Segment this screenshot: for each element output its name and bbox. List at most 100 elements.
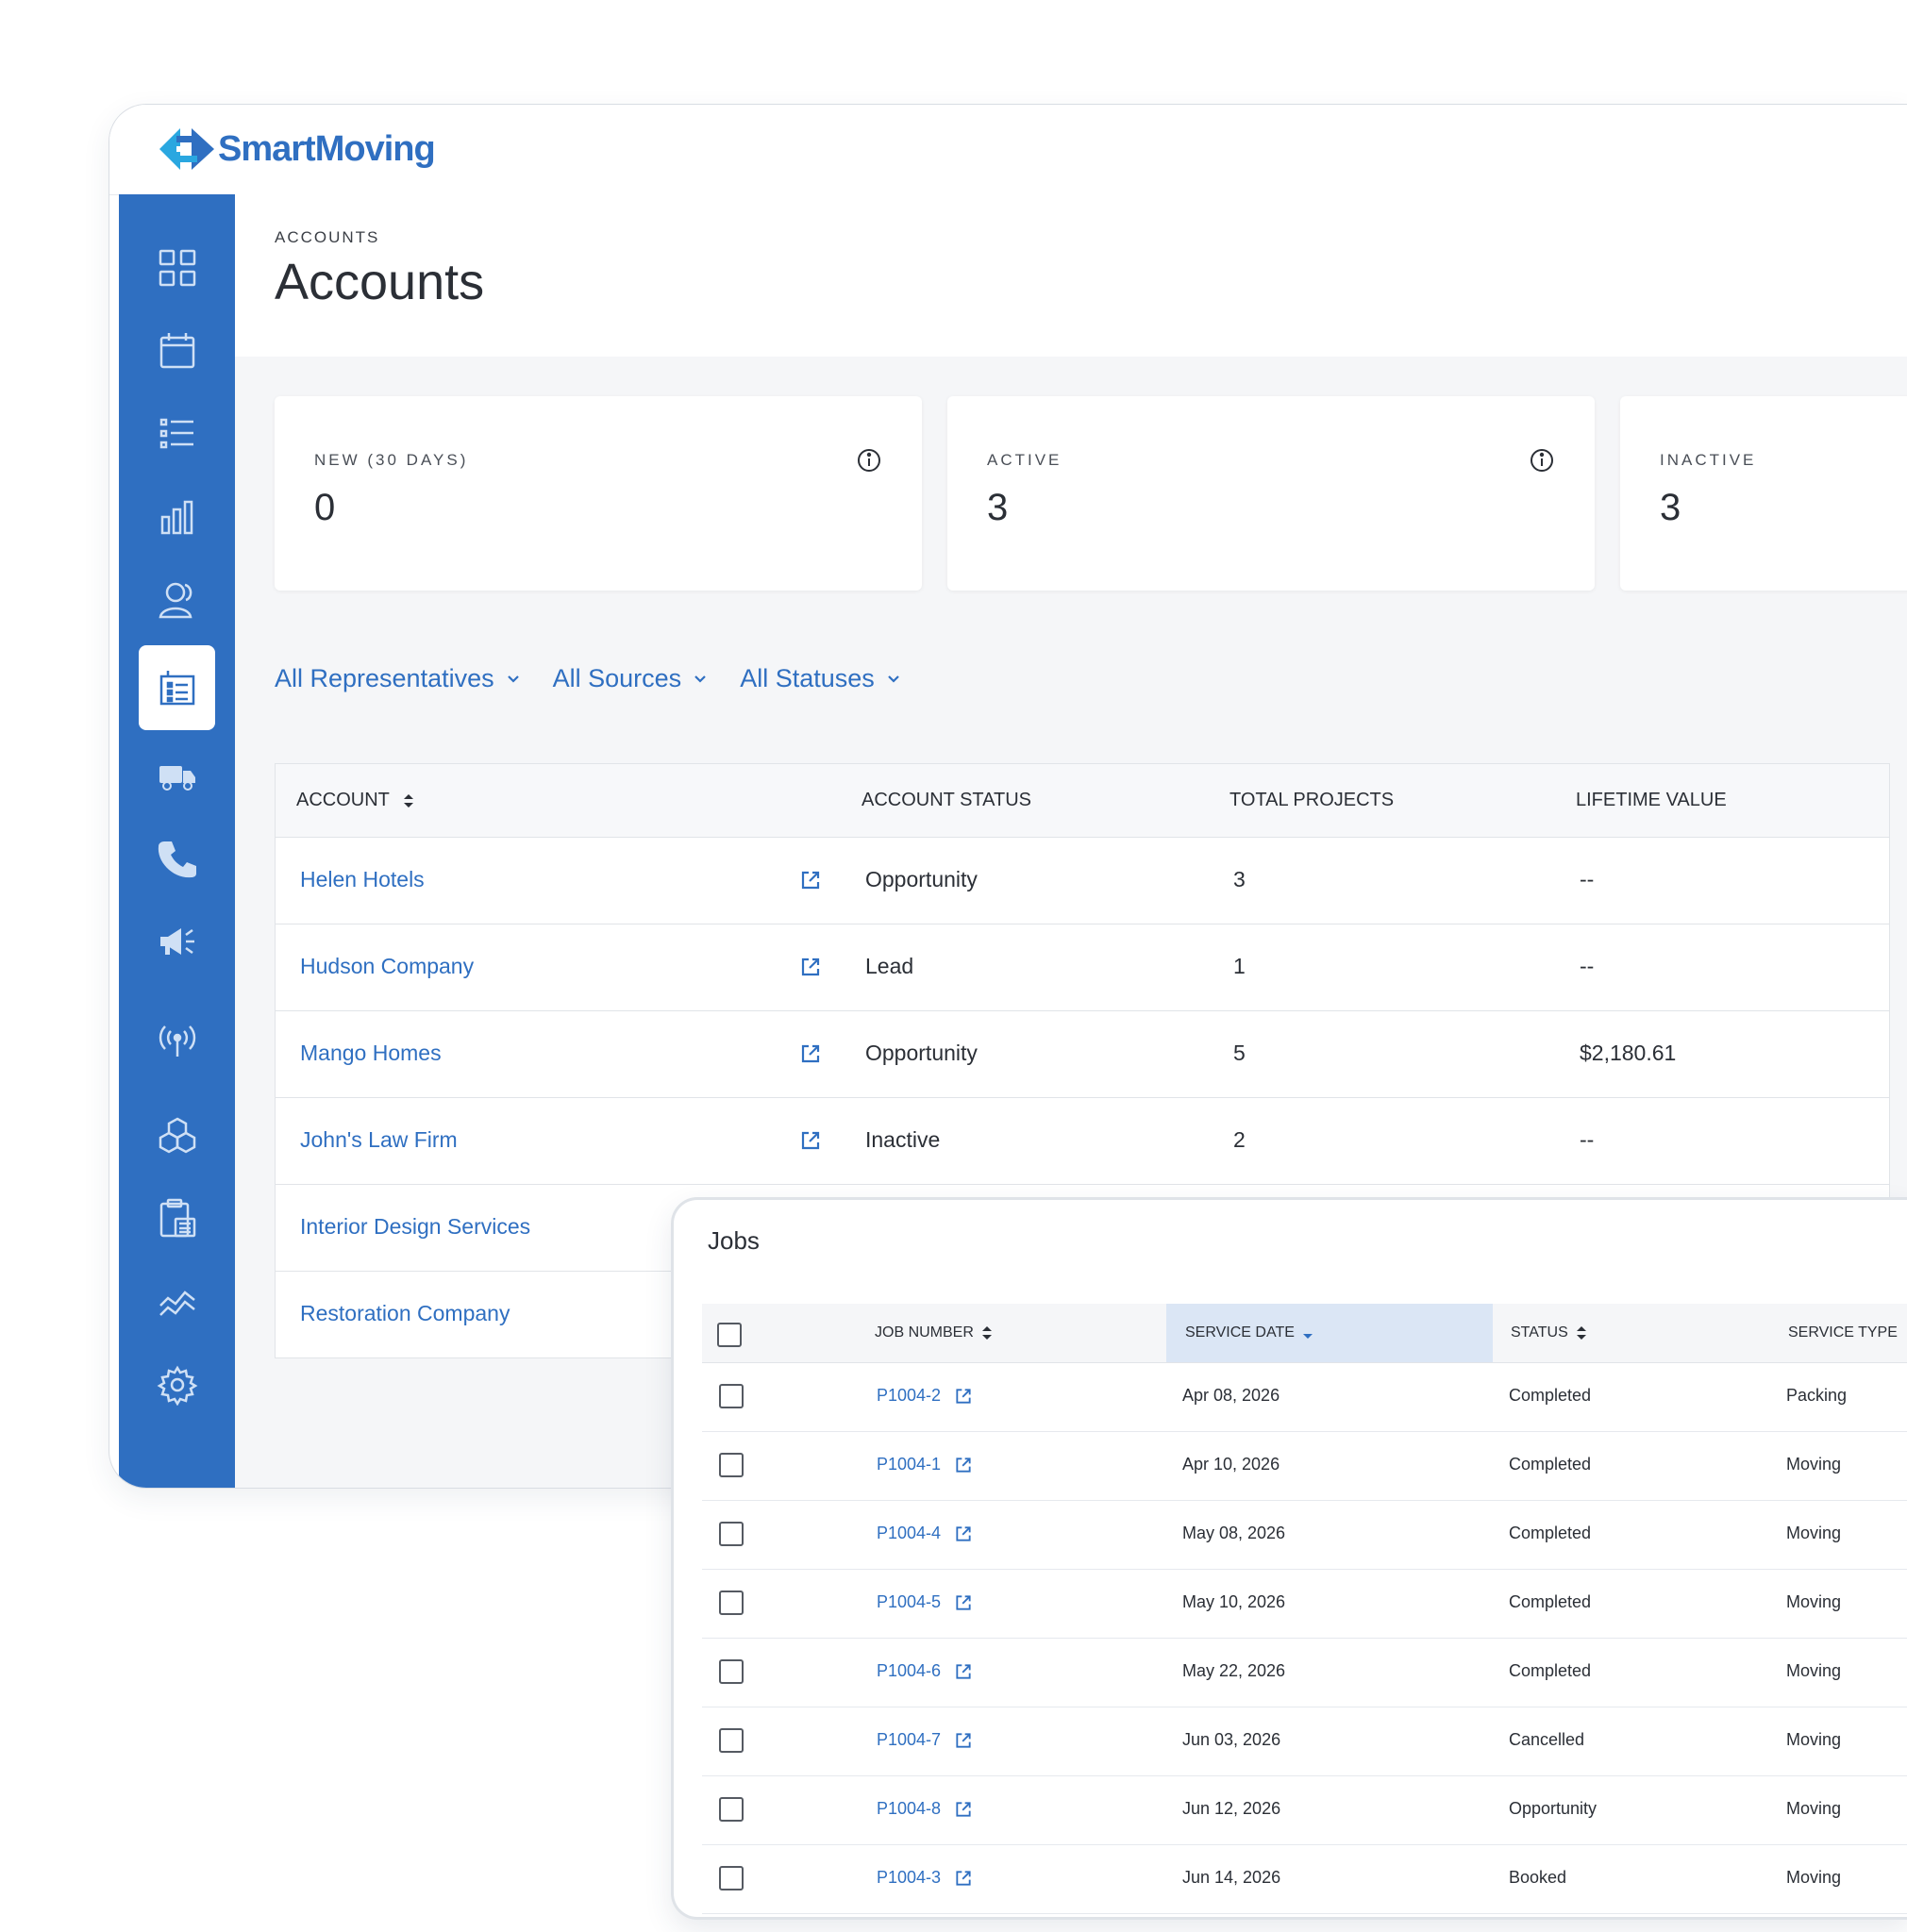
stat-card-new[interactable]: NEW (30 DAYS) 0 xyxy=(275,396,922,591)
account-name-link[interactable]: Restoration Company xyxy=(300,1301,510,1326)
service-type-column-header[interactable]: SERVICE TYPE xyxy=(1788,1324,1898,1341)
account-column-header[interactable]: ACCOUNT xyxy=(296,790,414,811)
external-link-icon[interactable] xyxy=(954,1593,973,1612)
job-number: P1004-5 xyxy=(877,1592,942,1611)
external-link-icon[interactable] xyxy=(954,1387,973,1406)
row-checkbox[interactable] xyxy=(719,1522,744,1546)
representatives-filter[interactable]: All Representatives xyxy=(275,664,521,693)
job-status: Opportunity xyxy=(1509,1799,1598,1818)
sidebar-item-phone[interactable] xyxy=(139,824,215,892)
sidebar-item-reports[interactable] xyxy=(139,483,215,551)
job-number-link[interactable]: P1004-5 xyxy=(877,1592,973,1612)
logo[interactable]: SmartMoving xyxy=(159,125,436,173)
job-number-link[interactable]: P1004-4 xyxy=(877,1524,973,1543)
external-link-icon[interactable] xyxy=(954,1456,973,1474)
row-checkbox[interactable] xyxy=(719,1453,744,1477)
row-checkbox[interactable] xyxy=(719,1591,744,1615)
service-type: Moving xyxy=(1786,1524,1842,1542)
table-row[interactable]: P1004-6 May 22, 2026 Completed Moving xyxy=(702,1639,1907,1707)
table-row[interactable]: John's Law Firm Inactive 2 -- xyxy=(276,1098,1889,1185)
lifetime-value-column-header[interactable]: LIFETIME VALUE xyxy=(1576,790,1727,811)
table-row[interactable]: P1004-1 Apr 10, 2026 Completed Moving xyxy=(702,1432,1907,1501)
info-icon[interactable] xyxy=(856,447,882,474)
accounts-table-header: ACCOUNT ACCOUNT STATUS TOTAL PROJECTS LI… xyxy=(276,764,1889,838)
sidebar-item-accounts[interactable] xyxy=(139,645,215,730)
statuses-filter[interactable]: All Statuses xyxy=(740,664,901,693)
filter-label: All Representatives xyxy=(275,664,494,692)
lifetime-value: -- xyxy=(1580,1127,1595,1152)
job-number-column-header[interactable]: JOB NUMBER xyxy=(875,1324,993,1341)
total-projects-column-header[interactable]: TOTAL PROJECTS xyxy=(1230,790,1394,811)
filter-label: All Sources xyxy=(552,664,682,692)
external-link-icon[interactable] xyxy=(799,956,822,978)
external-link-icon[interactable] xyxy=(954,1869,973,1888)
external-link-icon[interactable] xyxy=(799,1129,822,1152)
total-projects: 1 xyxy=(1233,954,1246,978)
job-number: P1004-2 xyxy=(877,1386,942,1405)
sidebar-item-dispatch[interactable] xyxy=(139,741,215,809)
table-row[interactable]: Mango Homes Opportunity 5 $2,180.61 xyxy=(276,1011,1889,1098)
account-name-link[interactable]: Interior Design Services xyxy=(300,1214,530,1240)
table-row[interactable]: P1004-4 May 08, 2026 Completed Moving xyxy=(702,1501,1907,1570)
external-link-icon[interactable] xyxy=(954,1731,973,1750)
external-link-icon[interactable] xyxy=(799,1042,822,1065)
job-number-link[interactable]: P1004-1 xyxy=(877,1455,973,1474)
job-number-link[interactable]: P1004-7 xyxy=(877,1730,973,1750)
row-checkbox[interactable] xyxy=(719,1866,744,1890)
account-name-link[interactable]: Hudson Company xyxy=(300,954,474,979)
table-row[interactable]: Helen Hotels Opportunity 3 -- xyxy=(276,838,1889,924)
external-link-icon[interactable] xyxy=(799,869,822,891)
stat-card-inactive[interactable]: INACTIVE 3 xyxy=(1620,396,1907,591)
bar-chart-icon xyxy=(160,500,192,535)
external-link-icon[interactable] xyxy=(954,1800,973,1819)
sources-filter[interactable]: All Sources xyxy=(553,664,709,693)
breadcrumb[interactable]: ACCOUNTS xyxy=(275,228,379,247)
account-status: Opportunity xyxy=(865,1041,978,1065)
job-number-link[interactable]: P1004-8 xyxy=(877,1799,973,1819)
sidebar-item-list[interactable] xyxy=(139,400,215,468)
job-number-link[interactable]: P1004-3 xyxy=(877,1868,973,1888)
row-checkbox[interactable] xyxy=(719,1797,744,1822)
table-row[interactable]: P1004-3 Jun 14, 2026 Booked Moving xyxy=(702,1845,1907,1914)
sidebar-item-estimates[interactable] xyxy=(139,1185,215,1253)
row-checkbox[interactable] xyxy=(719,1728,744,1753)
sidebar-item-customers[interactable] xyxy=(139,566,215,634)
account-status-column-header[interactable]: ACCOUNT STATUS xyxy=(861,790,1031,811)
table-row[interactable]: Hudson Company Lead 1 -- xyxy=(276,924,1889,1011)
row-checkbox[interactable] xyxy=(719,1384,744,1408)
lifetime-value: -- xyxy=(1580,867,1595,891)
account-name-link[interactable]: Helen Hotels xyxy=(300,867,425,892)
phone-icon xyxy=(158,841,196,878)
service-date-column-header[interactable]: SERVICE DATE xyxy=(1185,1324,1313,1341)
stat-card-label: NEW (30 DAYS) xyxy=(314,451,469,469)
info-icon[interactable] xyxy=(1529,447,1555,474)
column-label: ACCOUNT xyxy=(296,790,390,810)
job-number-link[interactable]: P1004-2 xyxy=(877,1386,973,1406)
sidebar-item-analytics[interactable] xyxy=(139,1268,215,1336)
select-all-checkbox[interactable] xyxy=(717,1323,742,1347)
table-row[interactable]: P1004-7 Jun 03, 2026 Cancelled Moving xyxy=(702,1707,1907,1776)
job-status: Booked xyxy=(1509,1868,1567,1887)
sidebar-item-marketing[interactable] xyxy=(139,908,215,975)
row-checkbox[interactable] xyxy=(719,1659,744,1684)
calculator-clipboard-icon xyxy=(159,1198,195,1238)
table-row[interactable]: P1004-8 Jun 12, 2026 Opportunity Moving xyxy=(702,1776,1907,1845)
status-column-header[interactable]: STATUS xyxy=(1511,1324,1587,1341)
sidebar-item-broadcast[interactable] xyxy=(139,1006,215,1074)
sidebar-item-inventory[interactable] xyxy=(139,1102,215,1170)
sidebar-item-settings[interactable] xyxy=(139,1351,215,1419)
sidebar-item-calendar[interactable] xyxy=(139,317,215,385)
stat-card-value: 3 xyxy=(987,487,1009,528)
account-name-link[interactable]: John's Law Firm xyxy=(300,1127,458,1153)
job-number: P1004-8 xyxy=(877,1799,942,1818)
customers-icon xyxy=(159,582,192,619)
external-link-icon[interactable] xyxy=(954,1524,973,1543)
sidebar-item-dashboard[interactable] xyxy=(139,234,215,302)
table-row[interactable]: P1004-2 Apr 08, 2026 Completed Packing xyxy=(702,1363,1907,1432)
job-number: P1004-3 xyxy=(877,1868,942,1887)
stat-card-active[interactable]: ACTIVE 3 xyxy=(947,396,1595,591)
account-name-link[interactable]: Mango Homes xyxy=(300,1041,442,1066)
table-row[interactable]: P1004-5 May 10, 2026 Completed Moving xyxy=(702,1570,1907,1639)
external-link-icon[interactable] xyxy=(954,1662,973,1681)
job-number-link[interactable]: P1004-6 xyxy=(877,1661,973,1681)
